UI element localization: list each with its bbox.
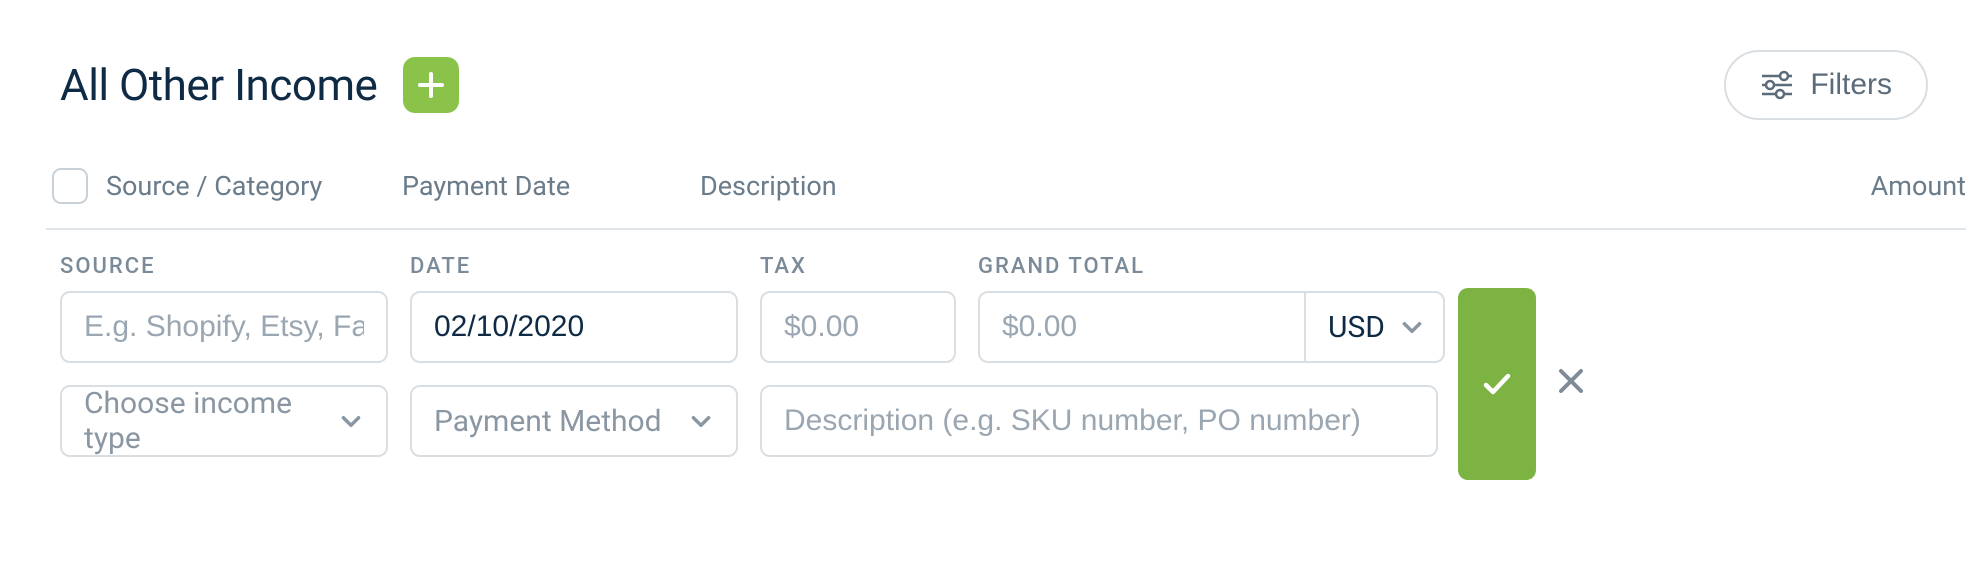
plus-icon bbox=[416, 70, 446, 100]
income-type-placeholder: Choose income type bbox=[84, 386, 338, 456]
grand-total-label: GRAND TOTAL bbox=[978, 254, 1438, 279]
close-icon bbox=[1556, 366, 1586, 396]
sliders-icon bbox=[1760, 70, 1794, 100]
cancel-button[interactable] bbox=[1550, 357, 1592, 411]
filters-button[interactable]: Filters bbox=[1724, 50, 1928, 120]
check-icon bbox=[1479, 366, 1515, 402]
income-type-select[interactable]: Choose income type bbox=[60, 385, 388, 457]
chevron-down-icon bbox=[1399, 314, 1425, 340]
currency-select[interactable]: USD bbox=[1304, 291, 1445, 363]
title-group: All Other Income bbox=[60, 57, 459, 113]
tax-label: TAX bbox=[760, 254, 956, 279]
confirm-button[interactable] bbox=[1458, 288, 1536, 480]
tax-input[interactable] bbox=[760, 291, 956, 363]
page-title: All Other Income bbox=[60, 59, 377, 111]
grand-total-input[interactable] bbox=[978, 291, 1304, 363]
column-header-source: Source / Category bbox=[106, 170, 402, 202]
row-actions bbox=[1458, 254, 1592, 480]
filters-label: Filters bbox=[1810, 68, 1892, 102]
column-header-amount: Amount bbox=[1871, 170, 1966, 202]
currency-value: USD bbox=[1328, 310, 1385, 345]
payment-method-placeholder: Payment Method bbox=[434, 404, 662, 439]
payment-method-select[interactable]: Payment Method bbox=[410, 385, 738, 457]
source-label: SOURCE bbox=[60, 254, 388, 279]
date-input[interactable] bbox=[410, 291, 738, 363]
column-header-description: Description bbox=[700, 170, 1871, 202]
column-header-payment-date: Payment Date bbox=[402, 170, 700, 202]
table-header: Source / Category Payment Date Descripti… bbox=[46, 168, 1966, 230]
chevron-down-icon bbox=[688, 408, 714, 434]
header-row: All Other Income Filters bbox=[60, 50, 1928, 120]
select-all-checkbox[interactable] bbox=[52, 168, 88, 204]
description-input[interactable] bbox=[760, 385, 1438, 457]
source-input[interactable] bbox=[60, 291, 388, 363]
entry-form: SOURCE DATE TAX GRAND TOTAL USD bbox=[60, 254, 1928, 480]
add-button[interactable] bbox=[403, 57, 459, 113]
date-label: DATE bbox=[410, 254, 738, 279]
chevron-down-icon bbox=[338, 408, 364, 434]
